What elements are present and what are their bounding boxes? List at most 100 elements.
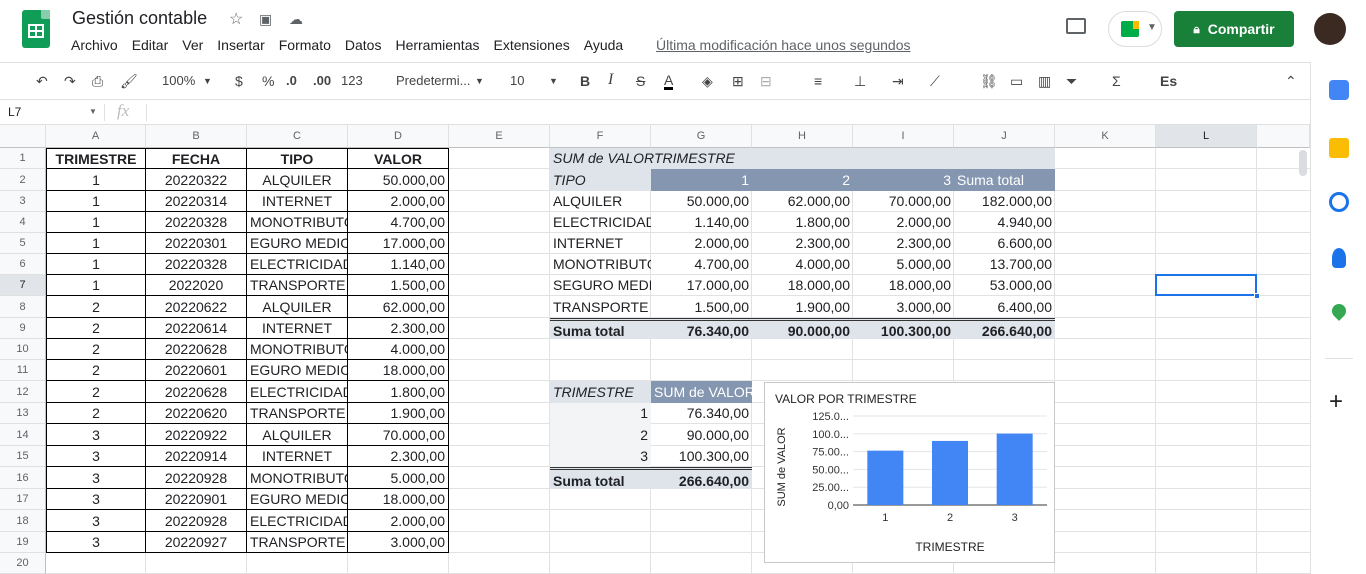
add-icon[interactable]: + (1329, 388, 1343, 416)
pivot-total-cell[interactable]: 90.000,00 (752, 318, 853, 339)
column-header[interactable]: H (752, 125, 853, 148)
table-cell[interactable]: 20220922 (146, 424, 247, 446)
table-cell[interactable]: ELECTRICIDAD (247, 510, 348, 532)
name-box[interactable]: L7 (8, 105, 21, 119)
table-cell[interactable]: 3 (46, 510, 146, 532)
table-cell[interactable]: 2.000,00 (348, 191, 449, 212)
row-header[interactable]: 19 (0, 532, 46, 553)
menu-item[interactable]: Herramientas (395, 37, 479, 53)
calendar-icon[interactable] (1329, 80, 1349, 100)
pivot-cell[interactable]: 6.600,00 (954, 233, 1055, 254)
column-header[interactable]: K (1055, 125, 1156, 148)
table-cell[interactable]: 20220901 (146, 489, 247, 510)
collapse-menus-icon[interactable]: ⌃ (1285, 73, 1297, 90)
contacts-icon[interactable] (1332, 248, 1346, 268)
zoom-select[interactable]: 100% (162, 73, 195, 88)
pivot-cell[interactable]: 3.000,00 (853, 296, 954, 318)
pivot-cell[interactable]: 50.000,00 (651, 191, 752, 212)
menu-item[interactable]: Formato (279, 37, 331, 53)
font-size-select[interactable]: 10 (510, 73, 524, 88)
column-header[interactable]: I (853, 125, 954, 148)
row-header[interactable]: 18 (0, 510, 46, 532)
pivot-cell[interactable]: 2.300,00 (752, 233, 853, 254)
table-cell[interactable]: 1 (46, 275, 146, 296)
menu-item[interactable]: Ayuda (584, 37, 623, 53)
filter-icon[interactable]: ⏷ (1066, 73, 1077, 90)
undo-icon[interactable]: ↶ (36, 73, 48, 90)
table-cell[interactable]: INTERNET (247, 318, 348, 339)
chevron-down-icon[interactable]: ▼ (475, 76, 484, 86)
pivot-cell[interactable]: INTERNET (550, 233, 651, 254)
star-icon[interactable]: ☆ (229, 9, 243, 29)
selected-cell[interactable] (1155, 274, 1257, 296)
table-cell[interactable]: 2.300,00 (348, 318, 449, 339)
table-cell[interactable]: 1 (46, 254, 146, 275)
pivot-cell[interactable]: 70.000,00 (853, 191, 954, 212)
table-cell[interactable]: 17.000,00 (348, 233, 449, 254)
table-cell[interactable]: 3 (46, 446, 146, 467)
pivot-col-header-cell[interactable]: 2 (752, 169, 853, 191)
pivot2-row-label[interactable]: 1 (550, 403, 651, 424)
tasks-icon[interactable] (1329, 192, 1349, 212)
decrease-decimals-button[interactable]: .0 (286, 73, 297, 88)
text-wrap-icon[interactable]: ⇥ (892, 73, 904, 90)
table-header-cell[interactable]: VALOR (348, 148, 449, 169)
table-cell[interactable]: 1 (46, 169, 146, 191)
pivot-total-cell[interactable]: Suma total (550, 318, 651, 339)
table-cell[interactable]: 2 (46, 318, 146, 339)
pivot-cell[interactable]: 2.000,00 (651, 233, 752, 254)
merge-cells-icon[interactable]: ⊟ (760, 73, 772, 90)
table-cell[interactable]: 2 (46, 296, 146, 318)
insert-comment-icon[interactable]: ▭ (1010, 73, 1023, 90)
text-color-button[interactable]: A (664, 73, 674, 90)
table-cell[interactable]: 3 (46, 467, 146, 489)
percent-button[interactable]: % (262, 73, 274, 89)
pivot2-value[interactable]: 76.340,00 (651, 403, 752, 424)
currency-button[interactable]: $ (235, 73, 243, 89)
table-cell[interactable]: 20220928 (146, 467, 247, 489)
row-header[interactable]: 4 (0, 212, 46, 233)
row-header[interactable]: 11 (0, 360, 46, 381)
table-cell[interactable]: EGURO MEDICO (247, 489, 348, 510)
table-cell[interactable]: 2 (46, 339, 146, 360)
pivot2-value[interactable]: 90.000,00 (651, 424, 752, 446)
share-button[interactable]: 🔒︎ Compartir (1174, 11, 1294, 47)
pivot2-row-label[interactable]: 3 (550, 446, 651, 467)
row-header[interactable]: 16 (0, 467, 46, 489)
pivot2-total-cell[interactable]: Suma total (550, 467, 651, 489)
pivot-cell[interactable]: 1.800,00 (752, 212, 853, 233)
row-header[interactable]: 10 (0, 339, 46, 360)
fill-color-icon[interactable]: ◈ (702, 73, 713, 90)
table-cell[interactable]: 20220614 (146, 318, 247, 339)
table-cell[interactable]: 62.000,00 (348, 296, 449, 318)
pivot-col-header-cell[interactable]: 3 (853, 169, 954, 191)
table-cell[interactable]: 20220328 (146, 254, 247, 275)
table-cell[interactable]: 3 (46, 489, 146, 510)
table-cell[interactable]: 1 (46, 212, 146, 233)
table-cell[interactable]: 20220622 (146, 296, 247, 318)
table-cell[interactable]: 3 (46, 532, 146, 553)
input-tools-button[interactable]: Es (1160, 73, 1177, 89)
table-cell[interactable]: INTERNET (247, 446, 348, 467)
borders-icon[interactable]: ⊞ (732, 73, 744, 90)
pivot2-value[interactable]: 100.300,00 (651, 446, 752, 467)
sheets-logo-icon[interactable] (22, 10, 50, 48)
table-cell[interactable]: TRANSPORTE (247, 275, 348, 296)
column-header[interactable]: G (651, 125, 752, 148)
row-header[interactable]: 2 (0, 169, 46, 191)
table-cell[interactable]: 20220927 (146, 532, 247, 553)
document-title[interactable]: Gestión contable (72, 8, 207, 29)
sheet-grid[interactable]: A B C D E F G H I J K L 1 2 3 4 5 6 7 8 9 10 11 12 13 14 15 16 17 18 1… (0, 125, 1310, 574)
pivot2-header-cell[interactable]: SUM de VALOR (651, 381, 752, 403)
column-header[interactable]: J (954, 125, 1055, 148)
align-vertical-icon[interactable]: ⊥ (854, 73, 866, 90)
avatar[interactable] (1314, 13, 1346, 45)
pivot-cell[interactable]: 13.700,00 (954, 254, 1055, 275)
column-header[interactable]: L (1156, 125, 1257, 148)
last-modified-link[interactable]: Última modificación hace unos segundos (656, 37, 910, 53)
table-cell[interactable]: EGURO MEDICO (247, 360, 348, 381)
menu-item[interactable]: Archivo (71, 37, 118, 53)
insert-link-icon[interactable]: ⛓︎ (980, 73, 998, 90)
table-cell[interactable]: MONOTRIBUTO (247, 339, 348, 360)
pivot-col-header-cell[interactable]: Suma total (954, 169, 1055, 191)
